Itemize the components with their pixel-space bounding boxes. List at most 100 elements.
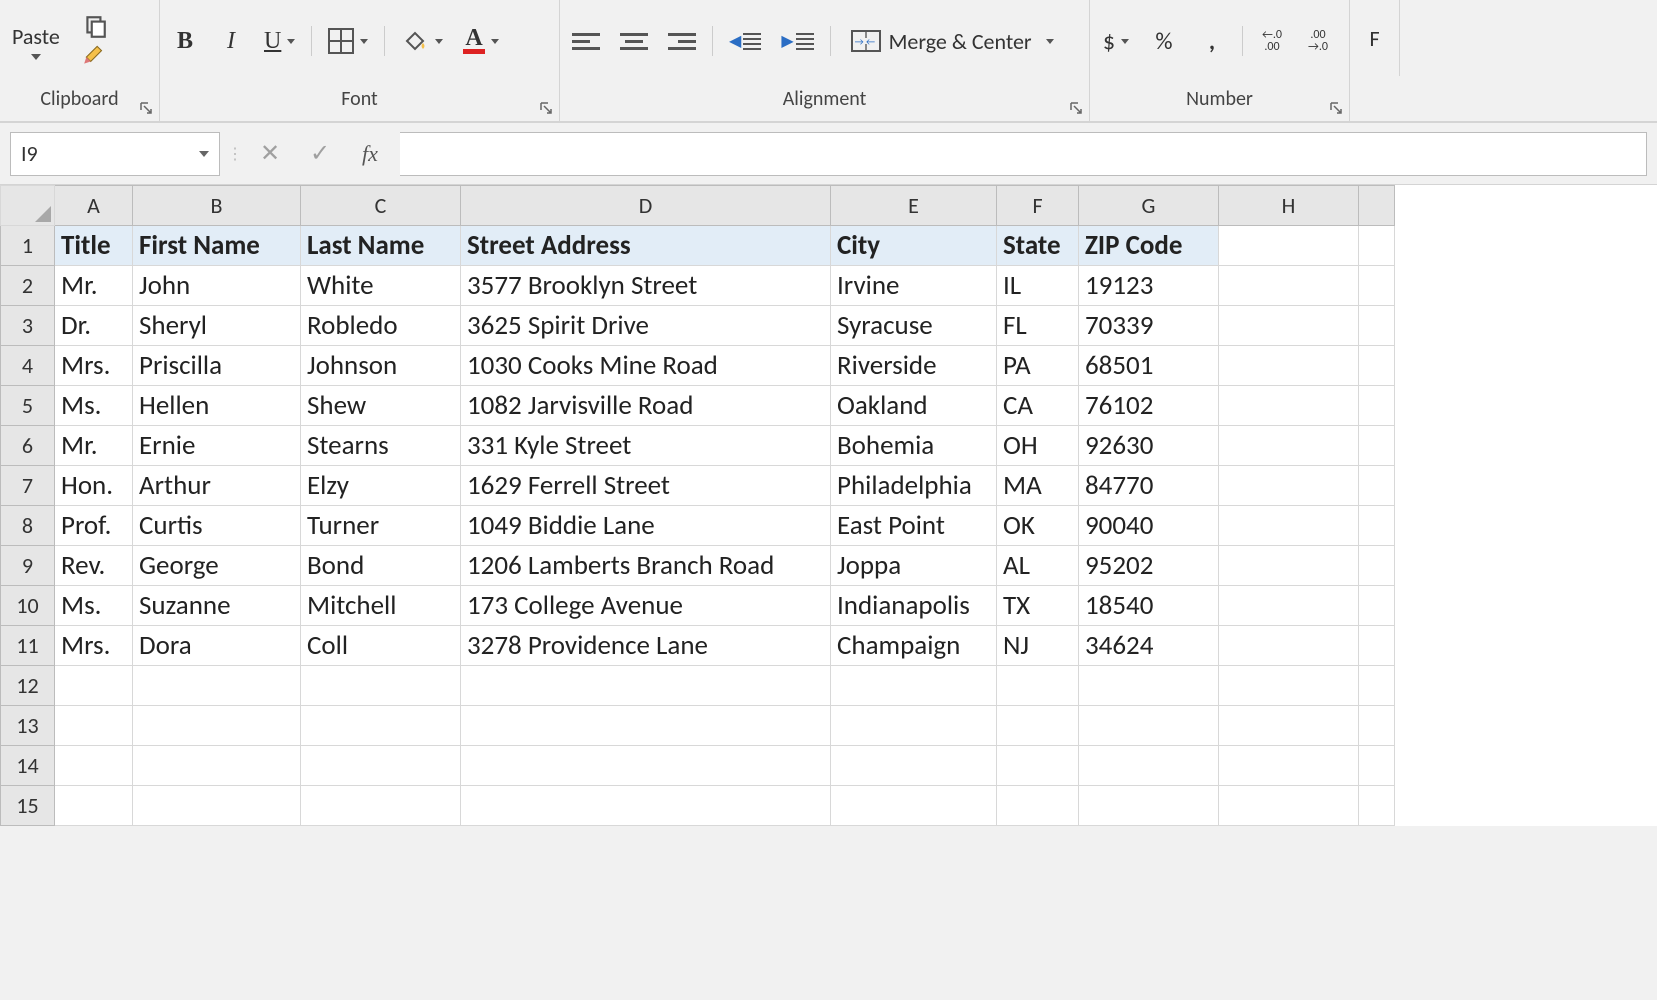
alignment-dialog-launcher[interactable] [1067,99,1085,117]
cell-B1[interactable]: First Name [133,226,301,266]
row-header-9[interactable]: 9 [1,546,55,586]
cell-H8[interactable] [1219,506,1359,546]
cell-A15[interactable] [55,786,133,826]
cell-F15[interactable] [997,786,1079,826]
cell-E6[interactable]: Bohemia [831,426,997,466]
cell-B4[interactable]: Priscilla [133,346,301,386]
cell-D1[interactable]: Street Address [461,226,831,266]
cell-G1[interactable]: ZIP Code [1079,226,1219,266]
accounting-format-button[interactable]: $ [1098,23,1134,59]
row-header-15[interactable]: 15 [1,786,55,826]
cell-G13[interactable] [1079,706,1219,746]
cell-H1[interactable] [1219,226,1359,266]
cell-D12[interactable] [461,666,831,706]
cell-D4[interactable]: 1030 Cooks Mine Road [461,346,831,386]
cell-B5[interactable]: Hellen [133,386,301,426]
cell-D8[interactable]: 1049 Biddie Lane [461,506,831,546]
percent-button[interactable]: % [1146,23,1182,59]
column-header-G[interactable]: G [1079,186,1219,226]
cell-C7[interactable]: Elzy [301,466,461,506]
cell-A10[interactable]: Ms. [55,586,133,626]
row-header-6[interactable]: 6 [1,426,55,466]
cell-E7[interactable]: Philadelphia [831,466,997,506]
cell-F8[interactable]: OK [997,506,1079,546]
italic-button[interactable]: I [214,23,248,59]
decrease-decimal-button[interactable]: .00→.0 [1301,23,1335,59]
grid[interactable]: ABCDEFGH1TitleFirst NameLast NameStreet … [0,185,1395,826]
row-header-7[interactable]: 7 [1,466,55,506]
cell-C14[interactable] [301,746,461,786]
cell-G7[interactable]: 84770 [1079,466,1219,506]
cell-C3[interactable]: Robledo [301,306,461,346]
cell-A14[interactable] [55,746,133,786]
cell-D13[interactable] [461,706,831,746]
cell-E15[interactable] [831,786,997,826]
cell-A13[interactable] [55,706,133,746]
cell-A12[interactable] [55,666,133,706]
cell-H14[interactable] [1219,746,1359,786]
cell-G2[interactable]: 19123 [1079,266,1219,306]
cell-C15[interactable] [301,786,461,826]
cell-G9[interactable]: 95202 [1079,546,1219,586]
row-header-3[interactable]: 3 [1,306,55,346]
cell-A11[interactable]: Mrs. [55,626,133,666]
increase-indent-button[interactable]: ▶ [777,23,817,59]
cell-H5[interactable] [1219,386,1359,426]
align-right-button[interactable] [664,23,700,59]
row-header-10[interactable]: 10 [1,586,55,626]
cell-partial-5[interactable] [1359,386,1395,426]
cell-partial-12[interactable] [1359,666,1395,706]
cell-F5[interactable]: CA [997,386,1079,426]
cell-A7[interactable]: Hon. [55,466,133,506]
cell-C2[interactable]: White [301,266,461,306]
cell-partial-7[interactable] [1359,466,1395,506]
column-header-partial[interactable] [1359,186,1395,226]
cell-E14[interactable] [831,746,997,786]
borders-button[interactable] [324,23,372,59]
cell-E2[interactable]: Irvine [831,266,997,306]
cell-G5[interactable]: 76102 [1079,386,1219,426]
cell-B7[interactable]: Arthur [133,466,301,506]
name-box[interactable]: I9 [10,132,220,176]
column-header-C[interactable]: C [301,186,461,226]
cell-B14[interactable] [133,746,301,786]
cell-partial-9[interactable] [1359,546,1395,586]
cell-H4[interactable] [1219,346,1359,386]
cell-F7[interactable]: MA [997,466,1079,506]
cell-partial-6[interactable] [1359,426,1395,466]
copy-icon[interactable] [82,16,108,38]
cell-B3[interactable]: Sheryl [133,306,301,346]
cell-D14[interactable] [461,746,831,786]
cell-G3[interactable]: 70339 [1079,306,1219,346]
comma-style-button[interactable]: , [1194,23,1230,59]
cell-F6[interactable]: OH [997,426,1079,466]
cell-F14[interactable] [997,746,1079,786]
cell-B6[interactable]: Ernie [133,426,301,466]
row-header-8[interactable]: 8 [1,506,55,546]
enter-formula-button[interactable]: ✓ [300,134,340,174]
cell-C6[interactable]: Stearns [301,426,461,466]
row-header-5[interactable]: 5 [1,386,55,426]
cell-H2[interactable] [1219,266,1359,306]
cell-B10[interactable]: Suzanne [133,586,301,626]
cell-A4[interactable]: Mrs. [55,346,133,386]
cell-E4[interactable]: Riverside [831,346,997,386]
cell-partial-3[interactable] [1359,306,1395,346]
cell-F2[interactable]: IL [997,266,1079,306]
font-dialog-launcher[interactable] [537,99,555,117]
cell-D5[interactable]: 1082 Jarvisville Road [461,386,831,426]
cell-H7[interactable] [1219,466,1359,506]
column-header-E[interactable]: E [831,186,997,226]
cell-F11[interactable]: NJ [997,626,1079,666]
cell-H13[interactable] [1219,706,1359,746]
column-header-A[interactable]: A [55,186,133,226]
align-left-button[interactable] [568,23,604,59]
cell-H3[interactable] [1219,306,1359,346]
cell-D10[interactable]: 173 College Avenue [461,586,831,626]
row-header-4[interactable]: 4 [1,346,55,386]
cell-G15[interactable] [1079,786,1219,826]
cell-D7[interactable]: 1629 Ferrell Street [461,466,831,506]
cell-E9[interactable]: Joppa [831,546,997,586]
cell-C1[interactable]: Last Name [301,226,461,266]
select-all-corner[interactable] [1,186,55,226]
